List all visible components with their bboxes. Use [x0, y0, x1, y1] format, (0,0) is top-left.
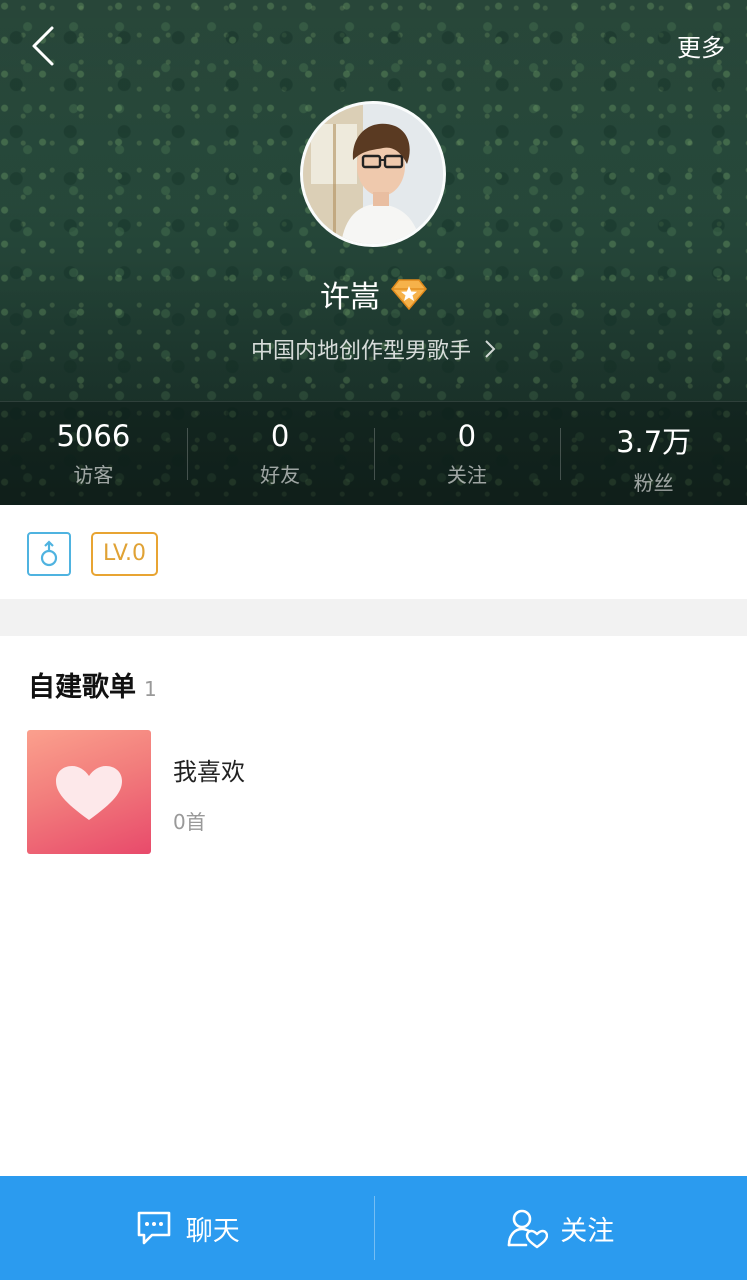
section-count: 1 [144, 677, 157, 701]
stat-label: 关注 [446, 463, 487, 487]
chevron-right-icon [484, 339, 496, 365]
profile-tags: LV.0 [0, 505, 747, 599]
name-row: 许嵩 [0, 272, 747, 316]
stat-visitors[interactable]: 5066 访客 [0, 402, 187, 505]
stat-label: 粉丝 [633, 471, 674, 495]
playlist-cover [27, 730, 151, 854]
chat-bubble-icon [137, 1211, 171, 1245]
playlist-item[interactable]: 我喜欢 0首 [0, 730, 747, 854]
stat-fans[interactable]: 3.7万 粉丝 [560, 402, 747, 505]
follow-user-heart-icon [507, 1209, 549, 1249]
profile-header: 更多 许嵩 中国内地创作型男歌手 5066 访客 0 好友 0 关注 3.7万 … [0, 0, 747, 505]
profile-description[interactable]: 中国内地创作型男歌手 [0, 333, 747, 365]
chat-button[interactable]: 聊天 [0, 1176, 374, 1280]
stat-value: 5066 [56, 419, 131, 453]
more-button[interactable]: 更多 [677, 28, 725, 63]
description-text: 中国内地创作型男歌手 [250, 339, 471, 364]
stat-value: 3.7万 [616, 425, 692, 459]
follow-label: 关注 [560, 1215, 615, 1247]
stat-friends[interactable]: 0 好友 [186, 402, 374, 505]
section-divider [0, 599, 747, 636]
back-arrow-icon [32, 26, 54, 66]
avatar-portrait [303, 104, 443, 244]
avatar[interactable] [300, 101, 446, 247]
bottom-action-bar: 聊天 关注 [0, 1176, 747, 1280]
stats-bar: 5066 访客 0 好友 0 关注 3.7万 粉丝 [0, 401, 747, 505]
playlists-section-title: 自建歌单 1 [28, 665, 157, 704]
stat-value: 0 [270, 419, 290, 453]
follow-button[interactable]: 关注 [373, 1176, 747, 1280]
stat-label: 好友 [260, 463, 301, 487]
back-button[interactable] [24, 24, 68, 68]
section-title-text: 自建歌单 [28, 672, 136, 703]
stat-value: 0 [457, 419, 477, 453]
user-name: 许嵩 [319, 280, 380, 315]
level-badge: LV.0 [91, 532, 159, 576]
male-symbol-icon [27, 532, 71, 576]
stat-following[interactable]: 0 关注 [373, 402, 561, 505]
heart-icon [56, 766, 122, 820]
vip-diamond-badge-icon [391, 278, 428, 311]
playlist-song-count: 0首 [173, 810, 206, 834]
stat-label: 访客 [73, 463, 114, 487]
chat-label: 聊天 [185, 1215, 240, 1247]
playlist-title: 我喜欢 [173, 758, 245, 786]
